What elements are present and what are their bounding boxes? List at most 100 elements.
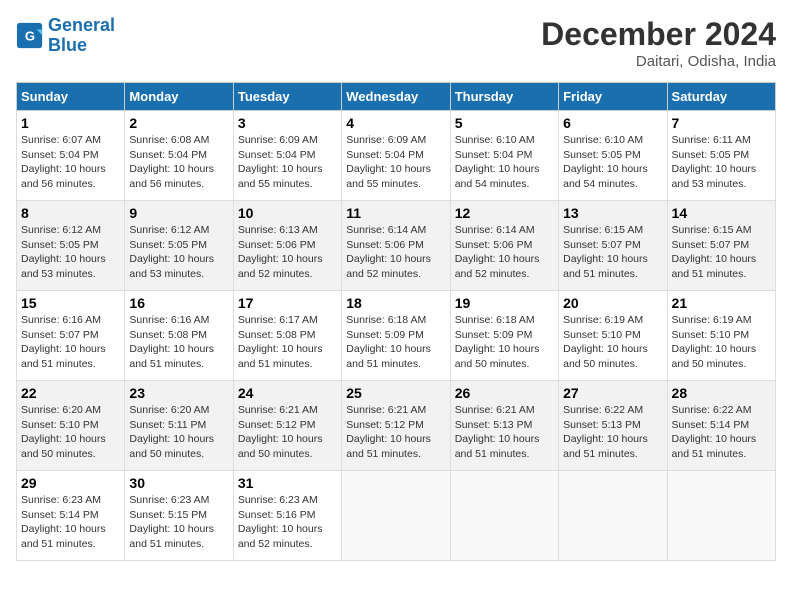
day-cell: 20 Sunrise: 6:19 AM Sunset: 5:10 PM Dayli… <box>559 291 667 381</box>
day-info: Sunrise: 6:23 AM Sunset: 5:15 PM Dayligh… <box>129 493 228 552</box>
day-info: Sunrise: 6:21 AM Sunset: 5:13 PM Dayligh… <box>455 403 554 462</box>
day-info: Sunrise: 6:09 AM Sunset: 5:04 PM Dayligh… <box>238 133 337 192</box>
day-number: 24 <box>238 385 337 401</box>
day-info: Sunrise: 6:21 AM Sunset: 5:12 PM Dayligh… <box>346 403 445 462</box>
day-cell: 31Sunrise: 6:23 AM Sunset: 5:16 PM Dayli… <box>233 471 341 561</box>
day-number: 8 <box>21 205 120 221</box>
logo-icon: G <box>16 22 44 50</box>
day-number: 23 <box>129 385 228 401</box>
header-thursday: Thursday <box>450 83 558 111</box>
day-cell: 21 Sunrise: 6:19 AM Sunset: 5:10 PM Dayli… <box>667 291 775 381</box>
week-row-1: 1 Sunrise: 6:07 AM Sunset: 5:04 PM Daylig… <box>17 111 776 201</box>
subtitle: Daitari, Odisha, India <box>541 53 776 70</box>
day-info: Sunrise: 6:07 AM Sunset: 5:04 PM Dayligh… <box>21 133 120 192</box>
day-cell <box>450 471 558 561</box>
day-info: Sunrise: 6:09 AM Sunset: 5:04 PM Dayligh… <box>346 133 445 192</box>
day-cell: 5 Sunrise: 6:10 AM Sunset: 5:04 PM Daylig… <box>450 111 558 201</box>
logo: G General Blue <box>16 16 115 56</box>
day-number: 10 <box>238 205 337 221</box>
day-cell: 18 Sunrise: 6:18 AM Sunset: 5:09 PM Dayli… <box>342 291 450 381</box>
week-row-5: 29 Sunrise: 6:23 AM Sunset: 5:14 PM Dayli… <box>17 471 776 561</box>
day-number: 5 <box>455 115 554 131</box>
day-info: Sunrise: 6:16 AM Sunset: 5:08 PM Dayligh… <box>129 313 228 372</box>
day-info: Sunrise: 6:10 AM Sunset: 5:05 PM Dayligh… <box>563 133 662 192</box>
day-cell <box>342 471 450 561</box>
day-cell: 17 Sunrise: 6:17 AM Sunset: 5:08 PM Dayli… <box>233 291 341 381</box>
day-info: Sunrise: 6:11 AM Sunset: 5:05 PM Dayligh… <box>672 133 771 192</box>
day-info: Sunrise: 6:14 AM Sunset: 5:06 PM Dayligh… <box>455 223 554 282</box>
day-cell: 22Sunrise: 6:20 AM Sunset: 5:10 PM Dayli… <box>17 381 125 471</box>
day-cell: 26 Sunrise: 6:21 AM Sunset: 5:13 PM Dayli… <box>450 381 558 471</box>
day-number: 27 <box>563 385 662 401</box>
header-saturday: Saturday <box>667 83 775 111</box>
day-number: 30 <box>129 475 228 491</box>
day-info: Sunrise: 6:15 AM Sunset: 5:07 PM Dayligh… <box>672 223 771 282</box>
day-cell: 29 Sunrise: 6:23 AM Sunset: 5:14 PM Dayli… <box>17 471 125 561</box>
day-number: 6 <box>563 115 662 131</box>
day-number: 12 <box>455 205 554 221</box>
day-cell: 12 Sunrise: 6:14 AM Sunset: 5:06 PM Dayli… <box>450 201 558 291</box>
day-cell: 2 Sunrise: 6:08 AM Sunset: 5:04 PM Daylig… <box>125 111 233 201</box>
svg-text:G: G <box>25 28 35 43</box>
day-number: 17 <box>238 295 337 311</box>
day-info: Sunrise: 6:08 AM Sunset: 5:04 PM Dayligh… <box>129 133 228 192</box>
day-cell: 14Sunrise: 6:15 AM Sunset: 5:07 PM Dayli… <box>667 201 775 291</box>
day-number: 13 <box>563 205 662 221</box>
main-title: December 2024 <box>541 16 776 53</box>
day-number: 15 <box>21 295 120 311</box>
day-info: Sunrise: 6:18 AM Sunset: 5:09 PM Dayligh… <box>455 313 554 372</box>
day-info: Sunrise: 6:16 AM Sunset: 5:07 PM Dayligh… <box>21 313 120 372</box>
title-block: December 2024 Daitari, Odisha, India <box>541 16 776 70</box>
day-info: Sunrise: 6:22 AM Sunset: 5:13 PM Dayligh… <box>563 403 662 462</box>
day-cell: 6 Sunrise: 6:10 AM Sunset: 5:05 PM Daylig… <box>559 111 667 201</box>
day-info: Sunrise: 6:17 AM Sunset: 5:08 PM Dayligh… <box>238 313 337 372</box>
header-wednesday: Wednesday <box>342 83 450 111</box>
day-info: Sunrise: 6:22 AM Sunset: 5:14 PM Dayligh… <box>672 403 771 462</box>
day-cell: 8 Sunrise: 6:12 AM Sunset: 5:05 PM Daylig… <box>17 201 125 291</box>
day-cell <box>667 471 775 561</box>
day-info: Sunrise: 6:23 AM Sunset: 5:14 PM Dayligh… <box>21 493 120 552</box>
day-info: Sunrise: 6:18 AM Sunset: 5:09 PM Dayligh… <box>346 313 445 372</box>
day-number: 2 <box>129 115 228 131</box>
header-friday: Friday <box>559 83 667 111</box>
day-number: 31 <box>238 475 337 491</box>
day-cell: 1 Sunrise: 6:07 AM Sunset: 5:04 PM Daylig… <box>17 111 125 201</box>
day-number: 16 <box>129 295 228 311</box>
day-cell: 23Sunrise: 6:20 AM Sunset: 5:11 PM Dayli… <box>125 381 233 471</box>
calendar-table: SundayMondayTuesdayWednesdayThursdayFrid… <box>16 82 776 561</box>
day-number: 28 <box>672 385 771 401</box>
day-cell: 25 Sunrise: 6:21 AM Sunset: 5:12 PM Dayli… <box>342 381 450 471</box>
header-monday: Monday <box>125 83 233 111</box>
day-number: 21 <box>672 295 771 311</box>
day-info: Sunrise: 6:13 AM Sunset: 5:06 PM Dayligh… <box>238 223 337 282</box>
day-cell: 24 Sunrise: 6:21 AM Sunset: 5:12 PM Dayli… <box>233 381 341 471</box>
day-info: Sunrise: 6:10 AM Sunset: 5:04 PM Dayligh… <box>455 133 554 192</box>
day-number: 22 <box>21 385 120 401</box>
day-info: Sunrise: 6:19 AM Sunset: 5:10 PM Dayligh… <box>672 313 771 372</box>
day-info: Sunrise: 6:21 AM Sunset: 5:12 PM Dayligh… <box>238 403 337 462</box>
day-number: 26 <box>455 385 554 401</box>
day-number: 1 <box>21 115 120 131</box>
day-number: 7 <box>672 115 771 131</box>
day-info: Sunrise: 6:14 AM Sunset: 5:06 PM Dayligh… <box>346 223 445 282</box>
day-cell: 10 Sunrise: 6:13 AM Sunset: 5:06 PM Dayli… <box>233 201 341 291</box>
day-info: Sunrise: 6:12 AM Sunset: 5:05 PM Dayligh… <box>21 223 120 282</box>
page-header: G General Blue December 2024 Daitari, Od… <box>16 16 776 70</box>
day-number: 19 <box>455 295 554 311</box>
day-cell: 9Sunrise: 6:12 AM Sunset: 5:05 PM Daylig… <box>125 201 233 291</box>
logo-text: General Blue <box>48 16 115 56</box>
week-row-4: 22Sunrise: 6:20 AM Sunset: 5:10 PM Dayli… <box>17 381 776 471</box>
day-number: 25 <box>346 385 445 401</box>
day-info: Sunrise: 6:15 AM Sunset: 5:07 PM Dayligh… <box>563 223 662 282</box>
day-number: 3 <box>238 115 337 131</box>
day-info: Sunrise: 6:12 AM Sunset: 5:05 PM Dayligh… <box>129 223 228 282</box>
day-number: 18 <box>346 295 445 311</box>
day-info: Sunrise: 6:19 AM Sunset: 5:10 PM Dayligh… <box>563 313 662 372</box>
day-number: 20 <box>563 295 662 311</box>
calendar-header-row: SundayMondayTuesdayWednesdayThursdayFrid… <box>17 83 776 111</box>
day-cell: 30 Sunrise: 6:23 AM Sunset: 5:15 PM Dayli… <box>125 471 233 561</box>
day-cell: 4Sunrise: 6:09 AM Sunset: 5:04 PM Daylig… <box>342 111 450 201</box>
day-cell: 15 Sunrise: 6:16 AM Sunset: 5:07 PM Dayli… <box>17 291 125 381</box>
day-number: 29 <box>21 475 120 491</box>
day-cell: 16 Sunrise: 6:16 AM Sunset: 5:08 PM Dayli… <box>125 291 233 381</box>
